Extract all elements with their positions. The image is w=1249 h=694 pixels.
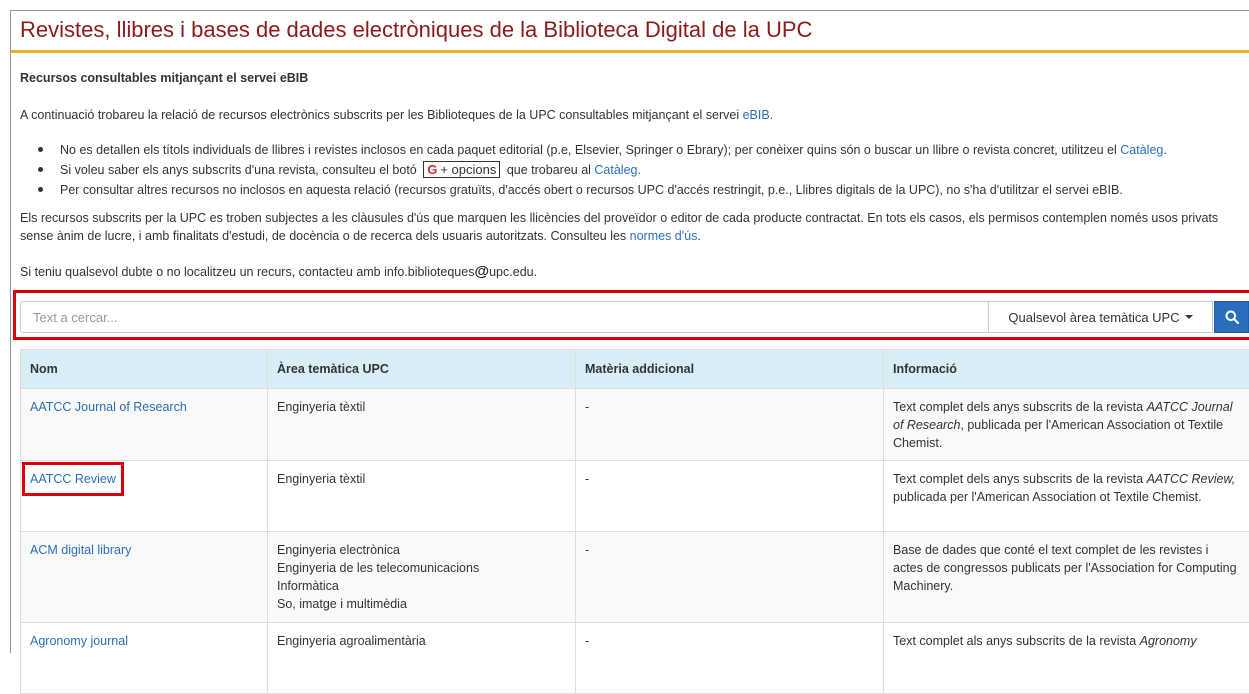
- bullet-2-mid: que trobareu al: [503, 163, 594, 177]
- table-row: ACM digital library Enginyeria electròni…: [21, 532, 1249, 623]
- area-select-label: Qualsevol àrea temàtica UPC: [1008, 310, 1179, 325]
- cell-area: Enginyeria tèxtil: [268, 389, 576, 461]
- cell-info: Text complet dels anys subscrits de la r…: [884, 461, 1249, 532]
- opcions-label: + opcions: [440, 162, 496, 177]
- cell-extra: -: [576, 623, 884, 694]
- bullet-2-end: .: [638, 163, 641, 177]
- col-header-informacio[interactable]: Informació: [884, 350, 1249, 389]
- info-journal: Agronomy: [1140, 634, 1197, 648]
- cell-info: Text complet als anys subscrits de la re…: [884, 623, 1249, 694]
- search-icon: [1225, 310, 1239, 324]
- info-journal: AATCC Review,: [1147, 472, 1236, 486]
- licence-paragraph: Els recursos subscrits per la UPC es tro…: [20, 209, 1245, 245]
- area-item: Informàtica: [277, 577, 566, 595]
- area-item: Enginyeria tèxtil: [277, 398, 566, 416]
- licence-text: Els recursos subscrits per la UPC es tro…: [20, 211, 1218, 243]
- cell-info: Text complet dels anys subscrits de la r…: [884, 389, 1249, 461]
- intro-text: A continuació trobareu la relació de rec…: [20, 108, 743, 122]
- bullet-1-text: No es detallen els títols individuals de…: [60, 143, 1120, 157]
- bullet-item: No es detallen els títols individuals de…: [38, 140, 1167, 160]
- info-text: Text complet dels anys subscrits de la r…: [893, 400, 1147, 414]
- cell-name: AATCC Journal of Research: [21, 389, 268, 461]
- area-item: Enginyeria tèxtil: [277, 470, 566, 488]
- google-scholar-icon: G: [427, 162, 437, 177]
- cell-area: Enginyeria tèxtil: [268, 461, 576, 532]
- search-button[interactable]: [1214, 301, 1249, 333]
- bullet-dot: [38, 147, 43, 152]
- page-title: Revistes, llibres i bases de dades elect…: [20, 17, 812, 43]
- col-header-area[interactable]: Àrea temàtica UPC: [268, 350, 576, 389]
- bullet-item: Si voleu saber els anys subscrits d'una …: [38, 160, 1167, 180]
- resource-link[interactable]: AATCC Journal of Research: [30, 400, 187, 414]
- cataleg-link[interactable]: Catàleg: [1120, 143, 1163, 157]
- section-subtitle: Recursos consultables mitjançant el serv…: [20, 71, 308, 85]
- cell-name: Agronomy journal: [21, 623, 268, 694]
- area-tematica-dropdown[interactable]: Qualsevol àrea temàtica UPC: [989, 301, 1213, 333]
- cell-extra: -: [576, 532, 884, 623]
- contact-paragraph: Si teniu qualsevol dubte o no localitzeu…: [20, 263, 537, 281]
- info-text: Text complet dels anys subscrits de la r…: [893, 472, 1147, 486]
- cell-name: AATCC Review: [21, 461, 268, 532]
- area-item: Enginyeria agroalimentària: [277, 632, 566, 650]
- resource-link[interactable]: Agronomy journal: [30, 634, 128, 648]
- bullet-3-text: Per consultar altres recursos no incloso…: [60, 183, 1123, 197]
- table-header-row: Nom Àrea temàtica UPC Matèria addicional…: [21, 350, 1249, 389]
- area-item: So, imatge i multimèdia: [277, 595, 566, 613]
- table-row: AATCC Journal of Research Enginyeria tèx…: [21, 389, 1249, 461]
- info-bullet-list: No es detallen els títols individuals de…: [38, 140, 1167, 200]
- resource-link[interactable]: ACM digital library: [30, 543, 131, 557]
- mes-opcions-button-image: G+ opcions: [423, 161, 500, 178]
- bullet-dot: [38, 167, 43, 172]
- cataleg-link[interactable]: Catàleg: [594, 163, 637, 177]
- resource-link-highlighted[interactable]: AATCC Review: [30, 470, 116, 488]
- info-text: Base de dades que conté el text complet …: [893, 543, 1237, 593]
- area-item: Enginyeria electrònica: [277, 541, 566, 559]
- col-header-nom[interactable]: Nom: [21, 350, 268, 389]
- contact-domain: upc.edu.: [489, 265, 537, 279]
- title-underline: [11, 50, 1249, 53]
- search-input[interactable]: [20, 301, 989, 333]
- table-row: Agronomy journal Enginyeria agroalimentà…: [21, 623, 1249, 694]
- resources-table: Nom Àrea temàtica UPC Matèria addicional…: [20, 349, 1249, 694]
- cell-info: Base de dades que conté el text complet …: [884, 532, 1249, 623]
- at-sign: @: [474, 263, 489, 280]
- licence-end: .: [697, 229, 700, 243]
- info-text: Text complet als anys subscrits de la re…: [893, 634, 1140, 648]
- cell-area: Enginyeria agroalimentària: [268, 623, 576, 694]
- intro-paragraph: A continuació trobareu la relació de rec…: [20, 106, 773, 124]
- contact-text: Si teniu qualsevol dubte o no localitzeu…: [20, 265, 474, 279]
- cell-area: Enginyeria electrònica Enginyeria de les…: [268, 532, 576, 623]
- area-item: Enginyeria de les telecomunicacions: [277, 559, 566, 577]
- table-row: AATCC Review Enginyeria tèxtil - Text co…: [21, 461, 1249, 532]
- bullet-2-text: Si voleu saber els anys subscrits d'una …: [60, 163, 420, 177]
- bullet-item: Per consultar altres recursos no incloso…: [38, 180, 1167, 200]
- caret-down-icon: [1185, 315, 1193, 319]
- ebib-link[interactable]: eBIB: [743, 108, 770, 122]
- col-header-materia[interactable]: Matèria addicional: [576, 350, 884, 389]
- bullet-1-end: .: [1163, 143, 1166, 157]
- cell-extra: -: [576, 389, 884, 461]
- cell-name: ACM digital library: [21, 532, 268, 623]
- intro-end: .: [770, 108, 773, 122]
- cell-extra: -: [576, 461, 884, 532]
- normes-us-link[interactable]: normes d'ús: [630, 229, 698, 243]
- bullet-dot: [38, 187, 43, 192]
- info-text-end: publicada per l'American Association ot …: [893, 490, 1202, 504]
